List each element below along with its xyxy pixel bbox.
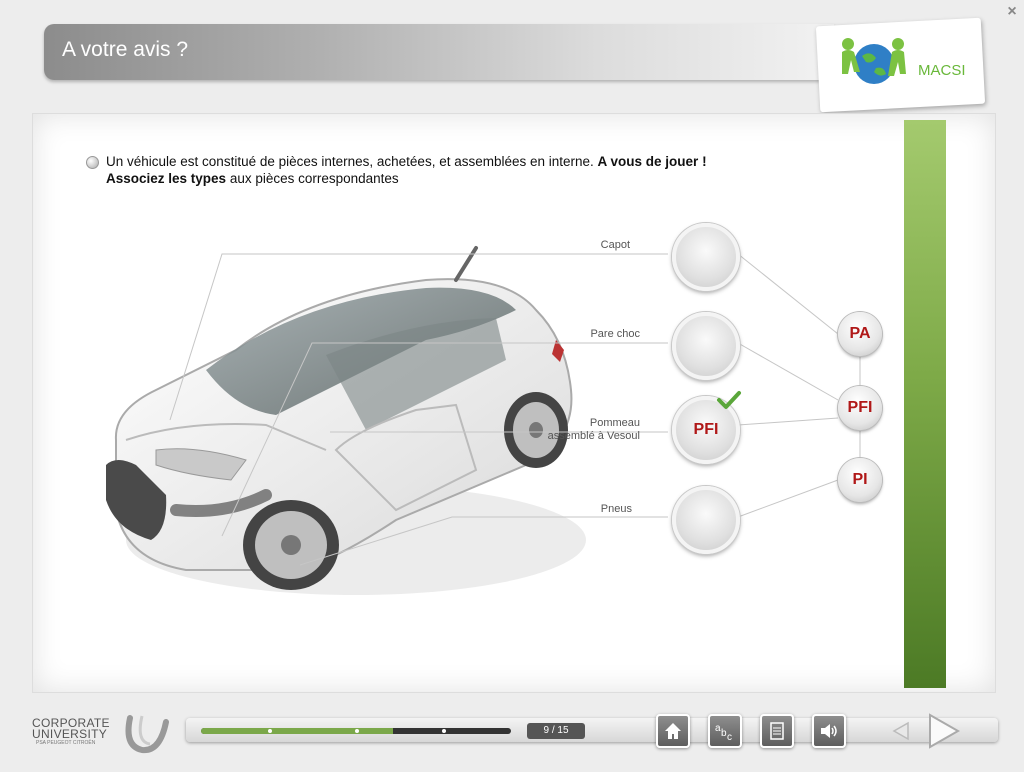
bullet-icon (86, 156, 99, 169)
globe-logo-icon (842, 38, 906, 84)
home-button[interactable] (656, 714, 690, 748)
part-label-pommeau-line2: assemblé à Vesoul (547, 430, 640, 442)
instruction-bold2: Associez les types (106, 171, 227, 186)
arrow-right-icon (929, 713, 961, 749)
part-label-pommeau: Pommeau assemblé à Vesoul (540, 417, 640, 443)
drop-target-capot[interactable] (672, 223, 740, 291)
footer-brand-sub: PSA PEUGEOT CITROËN (36, 740, 96, 746)
university-logo-icon (125, 715, 169, 754)
instruction-bold1: A vous de jouer ! (597, 154, 707, 169)
svg-text:c: c (727, 732, 732, 741)
drop-target-pare-choc[interactable] (672, 312, 740, 380)
instruction-part2: aux pièces correspondantes (226, 171, 399, 186)
part-label-pommeau-line1: Pommeau (589, 417, 640, 429)
side-accent-bar (904, 120, 946, 688)
drop-target-pneus[interactable] (672, 486, 740, 554)
previous-button[interactable] (890, 720, 912, 742)
glossary-icon: a b c (715, 723, 732, 741)
type-button-pfi[interactable]: PFI (838, 386, 882, 430)
instruction-part1: Un véhicule est constitué de pièces inte… (106, 154, 598, 169)
progress-marker (442, 729, 446, 733)
sound-button[interactable] (812, 714, 846, 748)
footer-brand-line2: UNIVERSITY (32, 727, 108, 741)
part-label-capot: Capot (600, 239, 630, 251)
document-icon (770, 722, 784, 740)
part-label-pare-choc: Pare choc (590, 328, 640, 340)
type-button-pi[interactable]: PI (838, 458, 882, 502)
title-bar: A votre avis ? (44, 24, 834, 80)
type-button-pa[interactable]: PA (838, 312, 882, 356)
footer-brand: CORPORATE UNIVERSITY (32, 717, 122, 741)
progress-marker (355, 729, 359, 733)
document-button[interactable] (760, 714, 794, 748)
sound-icon (821, 724, 837, 738)
next-button[interactable] (926, 712, 962, 750)
close-button[interactable]: × (1004, 4, 1020, 20)
home-icon (665, 723, 681, 739)
page-title: A votre avis ? (62, 38, 189, 61)
page-counter: 9 / 15 (527, 723, 585, 739)
arrow-left-icon (892, 721, 909, 741)
glossary-button[interactable]: a b c (708, 714, 742, 748)
part-label-pneus: Pneus (600, 503, 632, 515)
logo-text: MACSI (918, 62, 966, 79)
progress-marker (268, 729, 272, 733)
instruction-text: Un véhicule est constitué de pièces inte… (106, 153, 806, 187)
car-illustration (106, 246, 586, 595)
progress-fill (201, 728, 394, 734)
checkmark-icon (717, 391, 741, 409)
